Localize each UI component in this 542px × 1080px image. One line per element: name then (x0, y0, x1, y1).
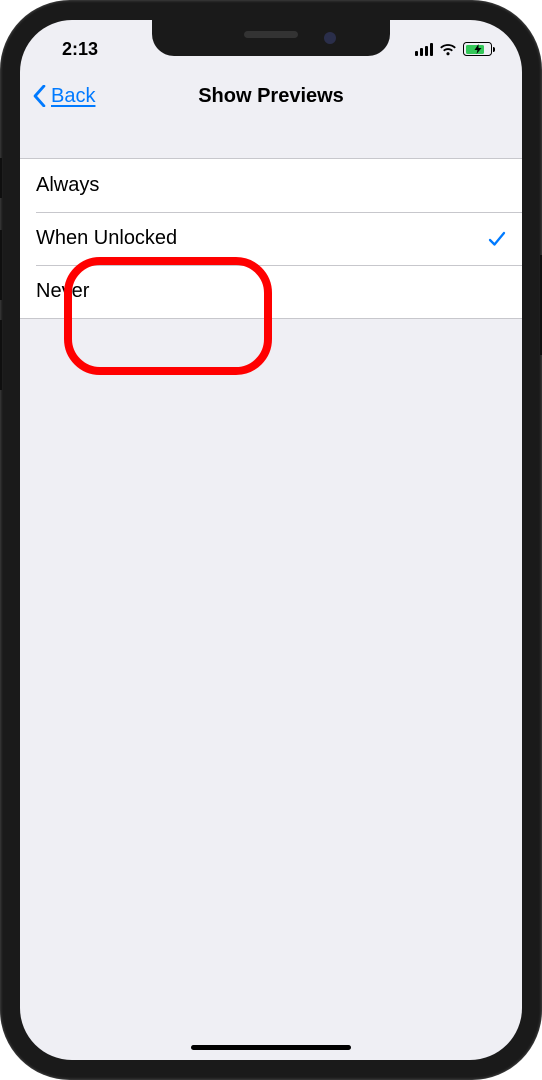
volume-down-button (0, 320, 2, 390)
option-when-unlocked[interactable]: When Unlocked (20, 212, 522, 265)
option-never[interactable]: Never (20, 265, 522, 318)
content-area: Always When Unlocked Never (20, 158, 522, 319)
status-time: 2:13 (62, 31, 98, 60)
home-indicator[interactable] (191, 1045, 351, 1050)
status-icons (415, 34, 493, 56)
notch (152, 20, 390, 56)
chevron-back-icon (32, 85, 47, 107)
speaker-grille (244, 31, 298, 38)
signal-icon (415, 43, 434, 56)
page-title: Show Previews (198, 85, 344, 108)
options-list: Always When Unlocked Never (20, 158, 522, 319)
checkmark-icon (488, 230, 506, 248)
navigation-bar: Back Show Previews (20, 70, 522, 122)
back-label: Back (51, 85, 95, 108)
option-always[interactable]: Always (20, 159, 522, 212)
front-camera (324, 32, 336, 44)
battery-icon (463, 42, 492, 56)
back-button[interactable]: Back (32, 85, 95, 108)
option-label: Always (36, 174, 99, 197)
silence-switch (0, 158, 2, 198)
wifi-icon (439, 43, 457, 56)
option-label: Never (36, 280, 89, 303)
option-label: When Unlocked (36, 227, 177, 250)
screen: 2:13 Back (20, 20, 522, 1060)
phone-frame: 2:13 Back (0, 0, 542, 1080)
volume-up-button (0, 230, 2, 300)
charging-bolt-icon (474, 44, 481, 54)
